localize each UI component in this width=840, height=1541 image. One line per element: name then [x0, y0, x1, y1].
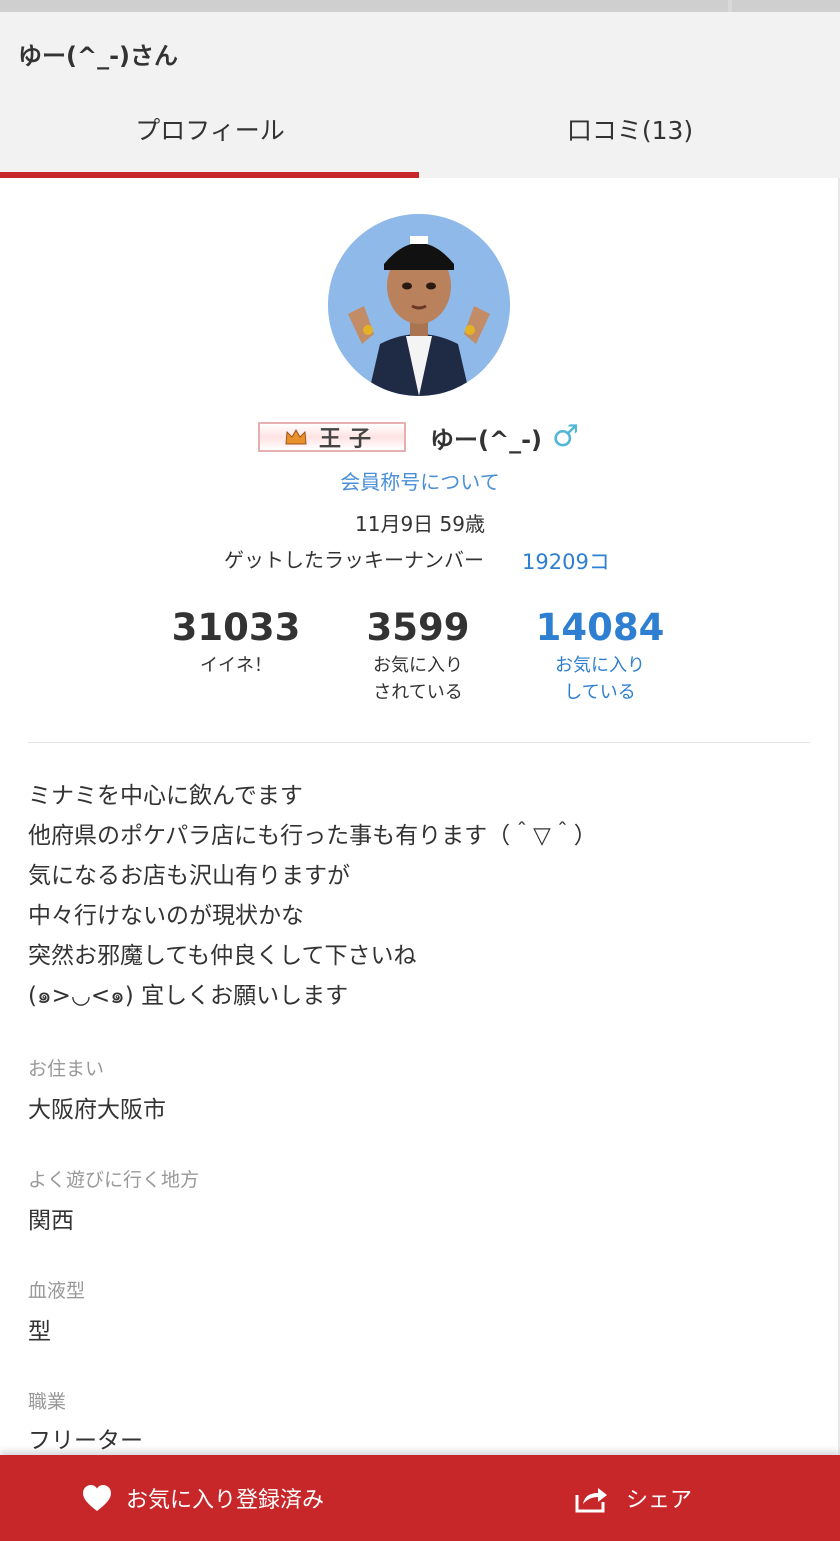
member-title-info-link[interactable]: 会員称号について — [0, 466, 840, 495]
bio-line: (๑>◡<๑) 宜しくお願いします — [28, 983, 349, 1009]
favorite-button[interactable]: お気に入り登録済み — [82, 1475, 324, 1521]
blood-type-value: 型 — [28, 1319, 51, 1345]
male-gender-icon: ♂ — [552, 419, 579, 454]
page-header: ゆー(^_-)さん プロフィール 口コミ(13) — [0, 12, 840, 178]
favorite-button-label: お気に入り登録済み — [126, 1488, 325, 1513]
favoriting-label-line2: している — [564, 682, 636, 703]
stat-likes: 31033 イイネ！ — [146, 606, 326, 679]
tab-reviews[interactable]: 口コミ(13) — [420, 110, 840, 178]
occupation-label: 職業 — [28, 1391, 67, 1413]
occupation-value: フリーター — [28, 1428, 143, 1454]
bio-text: ミナミを中心に飲んでます 他府県のポケパラ店にも行った事も有ります（＾▽＾） 気… — [28, 776, 818, 1016]
avatar — [328, 214, 510, 396]
favorited-by-label: お気に入りされている — [328, 652, 508, 706]
member-title-badge: 王子 — [258, 422, 406, 452]
blood-type-label: 血液型 — [28, 1280, 86, 1302]
heart-icon — [83, 1485, 111, 1511]
bio-line: 中々行けないのが現状かな — [28, 903, 304, 929]
lucky-number-value[interactable]: 19209コ — [522, 546, 610, 576]
favoriting-count[interactable]: 14084 — [510, 606, 690, 650]
favoriting-label[interactable]: お気に入り している — [510, 652, 690, 706]
stat-favoriting[interactable]: 14084 お気に入りしている — [510, 606, 690, 706]
likes-label: イイネ！ — [200, 655, 272, 676]
share-button-label: シェア — [626, 1488, 693, 1513]
favorited-by-label-line2: されている — [373, 682, 463, 703]
page-title: ゆー(^_-)さん — [18, 42, 179, 70]
avatar-image — [328, 214, 510, 396]
favorited-by-count: 3599 — [366, 606, 470, 649]
bio-line: ミナミを中心に飲んでます — [28, 783, 303, 809]
user-name: ゆー(^_-) — [430, 426, 543, 454]
lucky-number-label: ゲットしたラッキーナンバー — [224, 548, 484, 572]
share-button[interactable]: シェア — [574, 1475, 692, 1521]
status-strip-segment — [732, 0, 840, 12]
bottom-action-bar: お気に入り登録済み シェア — [0, 1455, 840, 1541]
favorited-by-label-line1: お気に入り — [373, 655, 463, 676]
share-icon — [575, 1488, 607, 1513]
status-strip — [0, 0, 840, 12]
residence-value: 大阪府大阪市 — [28, 1097, 166, 1123]
bio-line: 突然お邪魔しても仲良くして下さいね — [28, 943, 417, 969]
stat-favorited-by: 3599 お気に入りされている — [328, 606, 508, 706]
section-divider — [28, 742, 810, 743]
birthday-age: 11月9日 59歳 — [355, 512, 485, 536]
bio-line: 気になるお店も沢山有りますが — [28, 863, 350, 889]
frequent-area-value: 関西 — [28, 1208, 74, 1234]
crown-icon — [285, 428, 307, 445]
likes-count: 31033 — [171, 606, 301, 649]
tab-profile[interactable]: プロフィール — [0, 110, 420, 178]
member-title-text: 王子 — [318, 427, 379, 452]
bio-line: 他府県のポケパラ店にも行った事も有ります（＾▽＾） — [28, 823, 597, 849]
residence-label: お住まい — [28, 1058, 105, 1080]
active-tab-indicator — [0, 172, 419, 178]
status-strip-segment — [0, 0, 728, 12]
frequent-area-label: よく遊びに行く地方 — [28, 1169, 200, 1191]
name-row: 王子 ゆー(^_-) ♂ — [0, 416, 840, 456]
favoriting-label-line1: お気に入り — [555, 655, 645, 676]
lucky-number-row: ゲットしたラッキーナンバー 19209コ — [0, 544, 840, 574]
